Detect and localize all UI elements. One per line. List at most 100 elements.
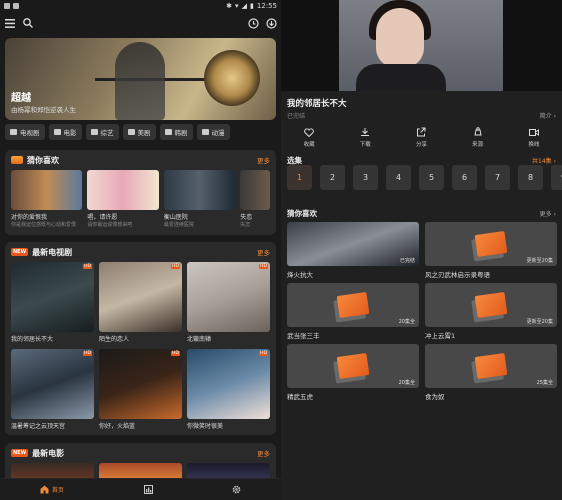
- card-title: 你好，火焰蓝: [99, 423, 136, 430]
- list-item[interactable]: HD 北辙南辕: [187, 262, 270, 343]
- menu-icon[interactable]: [4, 17, 16, 29]
- featured-banner[interactable]: 超越 由杨幂和郑恺逆袭人生: [5, 38, 276, 120]
- new-badge: NEW: [11, 449, 29, 457]
- recommend-more[interactable]: 更多 ›: [540, 209, 556, 218]
- poster-image: 更新至20集: [425, 222, 557, 266]
- category-tv[interactable]: 电视剧: [5, 124, 45, 140]
- nav-settings[interactable]: [232, 485, 241, 494]
- poster-image: HD: [99, 349, 182, 419]
- play-icon: [127, 129, 135, 135]
- download-button[interactable]: 下载: [345, 127, 385, 148]
- show-title: 我的邻居长不大: [287, 99, 347, 109]
- search-icon[interactable]: [22, 17, 34, 29]
- list-item[interactable]: 衡山医院 最爱连续医院: [163, 170, 236, 228]
- episode-button[interactable]: 7: [485, 165, 510, 190]
- list-item[interactable]: 已完结 烽火抗大: [287, 222, 419, 279]
- category-us-drama[interactable]: 美剧: [122, 124, 156, 140]
- list-item[interactable]: 20集全 精武五虎: [287, 344, 419, 401]
- list-item[interactable]: 20集全 武当张三丰: [287, 283, 419, 340]
- intro-label: 简介: [539, 113, 552, 120]
- poster-image: 更新至20集: [425, 283, 557, 327]
- action-label: 下载: [359, 142, 371, 148]
- list-item[interactable]: HD 你好，火焰蓝: [99, 349, 182, 430]
- category-label: 动漫: [211, 129, 225, 137]
- card-title: 你微笑时很美: [187, 423, 224, 430]
- image-placeholder-icon: [474, 292, 508, 318]
- episode-tag: 20集全: [398, 319, 415, 325]
- episodes-total[interactable]: 共14集 ›: [532, 156, 556, 165]
- category-anime[interactable]: 动漫: [196, 124, 230, 140]
- episode-button[interactable]: 8: [518, 165, 543, 190]
- signal-icon: ◢: [241, 2, 247, 10]
- episode-button[interactable]: 9: [551, 165, 562, 190]
- category-kr-drama[interactable]: 韩剧: [159, 124, 193, 140]
- heart-icon: [304, 127, 314, 137]
- poster-image: [11, 170, 83, 210]
- episode-button[interactable]: 4: [386, 165, 411, 190]
- episode-tag: 已完结: [399, 258, 415, 264]
- category-label: 韩剧: [174, 129, 188, 137]
- switch-line-button[interactable]: 换线: [514, 127, 554, 148]
- poster-image: [240, 170, 271, 210]
- new-badge: NEW: [11, 248, 29, 256]
- mic-icon: [90, 129, 98, 135]
- card-title: 温暑筹记之云顶天宫: [11, 423, 66, 430]
- category-variety[interactable]: 综艺: [85, 124, 119, 140]
- episode-button[interactable]: 1: [287, 165, 312, 190]
- source-icon: [473, 127, 483, 137]
- more-link[interactable]: 更多: [257, 247, 270, 257]
- episode-button[interactable]: 2: [320, 165, 345, 190]
- list-item[interactable]: 更新至20集 风之刃武林启示录粤语: [425, 222, 557, 279]
- episodes-total-label: 共14集: [532, 158, 552, 165]
- banner-art-person: [115, 42, 165, 120]
- list-item[interactable]: 唱，请许愿 请你最运说慢想来吧: [87, 170, 159, 228]
- list-item[interactable]: 失恋 失恋: [240, 170, 271, 228]
- hd-badge: HD: [259, 351, 268, 356]
- more-link[interactable]: 更多: [257, 448, 270, 458]
- play-icon: [164, 129, 172, 135]
- section-new-tv: NEW 最新电视剧 更多 HD 我的邻居长不大 HD 陌生的恋人 HD 北辙南辕 …: [5, 242, 276, 435]
- list-item[interactable]: 对你的爱恨我 你是我运位感慨与心动和爱恨: [11, 170, 83, 228]
- list-item[interactable]: HD 温暑筹记之云顶天宫: [11, 349, 94, 430]
- section-title: 猜你喜欢: [27, 155, 59, 165]
- category-label: 美剧: [137, 129, 151, 137]
- action-row: 收藏 下载 分享 来源 换线: [281, 127, 562, 148]
- list-item[interactable]: HD 陌生的恋人: [99, 262, 182, 343]
- episode-tag: 更新至20集: [526, 258, 553, 264]
- list-item[interactable]: HD 你微笑时很美: [187, 349, 270, 430]
- poster-image: 25集全: [425, 344, 557, 388]
- intro-link[interactable]: 简介 ›: [540, 111, 556, 120]
- episode-button[interactable]: 5: [419, 165, 444, 190]
- download-icon[interactable]: [265, 17, 277, 29]
- episode-tag: 更新至20集: [526, 319, 553, 325]
- home-screen: ✱ ▾ ◢ ▮ 12:55 超越 由杨幂和郑恺逆袭人生 电视剧 电影 综艺 美剧…: [0, 0, 281, 500]
- film-icon: [53, 129, 61, 135]
- action-label: 分享: [415, 142, 427, 148]
- video-player[interactable]: [281, 0, 562, 91]
- card-title: 北辙南辕: [187, 336, 212, 343]
- more-link[interactable]: 更多: [257, 155, 270, 165]
- card-subtitle: 请你最运说慢想来吧: [87, 222, 133, 228]
- category-label: 电视剧: [20, 129, 40, 137]
- hd-badge: HD: [83, 264, 92, 269]
- share-button[interactable]: 分享: [401, 127, 441, 148]
- poster-image: 20集全: [287, 344, 419, 388]
- recommend-label: 猜你喜欢: [287, 209, 317, 218]
- poster-image: HD: [99, 262, 182, 332]
- nav-home[interactable]: 首页: [40, 485, 64, 494]
- image-placeholder-icon: [336, 353, 370, 379]
- category-movie[interactable]: 电影: [48, 124, 82, 140]
- list-item[interactable]: HD 我的邻居长不大: [11, 262, 94, 343]
- list-item[interactable]: 25集全 食为奴: [425, 344, 557, 401]
- episode-button[interactable]: 3: [353, 165, 378, 190]
- card-subtitle: 最爱连续医院: [163, 222, 194, 228]
- chevron-right-icon: ›: [553, 211, 556, 218]
- card-title: 精武五虎: [287, 393, 313, 401]
- list-item[interactable]: 更新至20集 冲上云霄1: [425, 283, 557, 340]
- favorite-button[interactable]: 收藏: [289, 127, 329, 148]
- card-title: 我的邻居长不大: [11, 336, 54, 343]
- episode-button[interactable]: 6: [452, 165, 477, 190]
- nav-rank[interactable]: [143, 485, 153, 494]
- history-icon[interactable]: [247, 17, 259, 29]
- source-button[interactable]: 来源: [458, 127, 498, 148]
